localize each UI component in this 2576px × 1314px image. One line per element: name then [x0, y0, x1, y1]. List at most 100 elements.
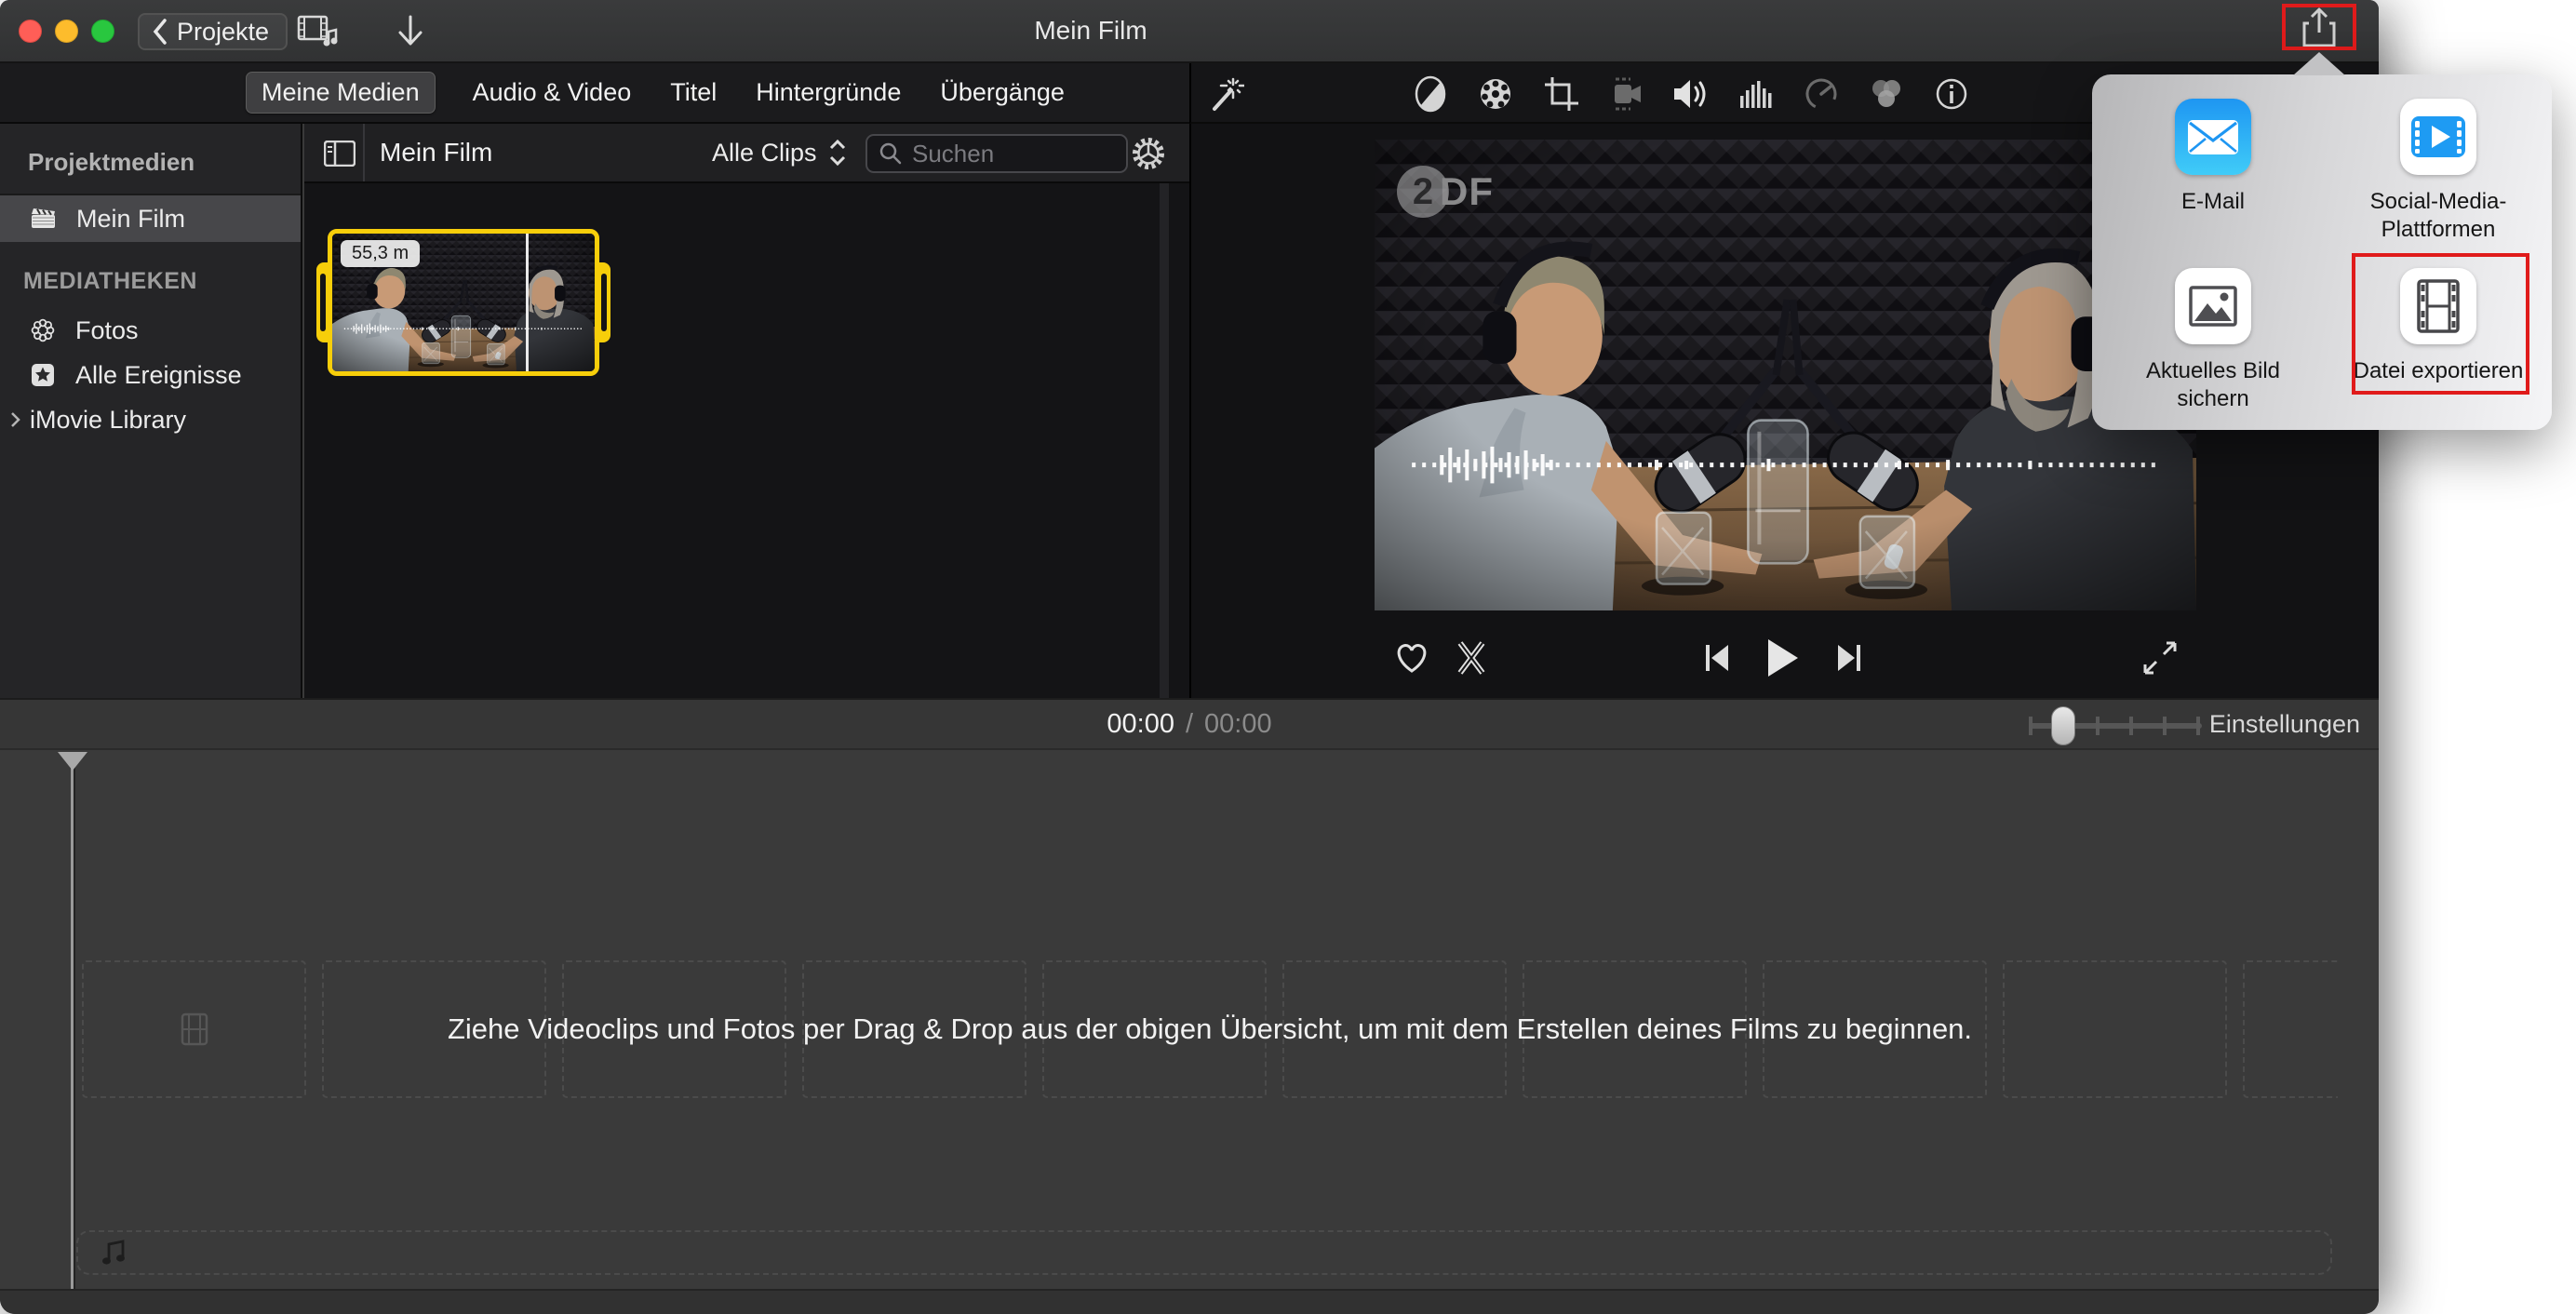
filters-button[interactable] [1865, 73, 1908, 115]
import-button[interactable] [389, 11, 432, 52]
timeline-playhead-line[interactable] [71, 754, 74, 1289]
contrast-icon [1414, 75, 1447, 113]
search-input[interactable] [912, 140, 1098, 168]
reject-x-icon [1455, 639, 1488, 677]
sidebar-item-alle-ereignisse[interactable]: Alle Ereignisse [0, 353, 301, 397]
tab-audio-video[interactable]: Audio & Video [471, 73, 634, 113]
media-tabs: Meine Medien Audio & Video Titel Hinterg… [0, 63, 1189, 124]
overlap-circles-icon [1868, 75, 1905, 113]
screen: Projekte Mein Film [0, 0, 2576, 1314]
play-icon [1764, 637, 1801, 678]
download-arrow-icon [396, 13, 424, 50]
clip-filter-label: Alle Clips [712, 139, 817, 168]
window-controls [19, 20, 114, 43]
film-note-icon [297, 15, 338, 48]
prev-frame-icon [1702, 642, 1732, 674]
speaker-icon [1671, 75, 1711, 113]
zoom-window-button[interactable] [91, 20, 114, 43]
sidebar-section-libraries: MEDIATHEKEN [0, 242, 301, 308]
stabilization-button[interactable] [1604, 73, 1647, 115]
fullscreen-button[interactable] [2136, 634, 2184, 682]
clip-placeholder [802, 960, 1026, 1098]
window-bottom-strip [0, 1289, 2379, 1314]
tab-titel[interactable]: Titel [668, 73, 718, 113]
clip-placeholder [1523, 960, 1747, 1098]
timeline-playhead-handle[interactable] [58, 752, 87, 771]
enhance-button[interactable] [1204, 73, 1247, 115]
noise-equalizer-button[interactable] [1735, 73, 1778, 115]
skimmer-playhead[interactable] [526, 234, 529, 371]
search-icon [879, 141, 903, 166]
clip-placeholder [322, 960, 546, 1098]
slider-thumb[interactable] [2051, 706, 2075, 745]
crop-button[interactable] [1539, 73, 1582, 115]
clip-trim-handle-left[interactable] [316, 262, 329, 342]
crop-icon [1543, 75, 1578, 113]
heart-icon [1393, 640, 1430, 676]
tab-uebergaenge[interactable]: Übergänge [938, 73, 1067, 113]
video-frame [1375, 140, 2196, 610]
share-option-email[interactable]: E-Mail [2105, 99, 2321, 216]
clip-placeholder [82, 960, 306, 1098]
projects-back-button[interactable]: Projekte [138, 13, 288, 50]
minimize-window-button[interactable] [55, 20, 78, 43]
timeline-settings-button[interactable]: Einstellungen [2209, 700, 2360, 748]
previous-frame-button[interactable] [1693, 634, 1741, 682]
reject-button[interactable] [1447, 634, 1496, 682]
timeline-zoom-slider[interactable] [2029, 713, 2202, 739]
next-frame-icon [1834, 642, 1864, 674]
eq-bars-icon [1737, 75, 1775, 113]
share-option-social-media[interactable]: Social-Media-Plattformen [2330, 99, 2546, 244]
audio-track-placeholder [76, 1230, 2332, 1275]
color-correction-button[interactable] [1474, 73, 1517, 115]
tab-meine-medien[interactable]: Meine Medien [246, 72, 436, 114]
color-balance-button[interactable] [1409, 73, 1452, 115]
close-window-button[interactable] [19, 20, 42, 43]
share-option-save-frame[interactable]: Aktuelles Bild sichern [2092, 268, 2334, 413]
favorite-button[interactable] [1388, 634, 1436, 682]
film-placeholder-icon [179, 1011, 210, 1048]
speedometer-icon [1803, 75, 1840, 113]
imovie-window: Projekte Mein Film [0, 0, 2379, 1314]
tab-hintergruende[interactable]: Hintergründe [754, 73, 903, 113]
toggle-sidebar-button[interactable] [319, 137, 360, 170]
music-note-icon [101, 1239, 127, 1267]
speed-button[interactable] [1800, 73, 1843, 115]
browser-scrollbar[interactable] [1160, 183, 1169, 698]
volume-button[interactable] [1670, 73, 1712, 115]
info-button[interactable] [1930, 73, 1973, 115]
clip-filter-dropdown[interactable]: Alle Clips [712, 124, 847, 181]
magic-wand-icon [1207, 75, 1244, 113]
next-frame-button[interactable] [1825, 634, 1873, 682]
media-browser-button[interactable] [296, 11, 339, 52]
total-time: 00:00 [1204, 709, 1272, 740]
main-area: Projektmedien Mein Film MEDIATHEKEN [0, 124, 2379, 698]
camcorder-icon [1607, 75, 1644, 113]
sidebar-item-fotos[interactable]: Fotos [0, 308, 301, 353]
sidebar-item-label: Alle Ereignisse [75, 361, 242, 390]
clip-trim-handle-right[interactable] [597, 262, 610, 342]
browser-settings-button[interactable] [1127, 135, 1170, 172]
play-button[interactable] [1758, 634, 1806, 682]
updown-chevrons-icon [828, 138, 847, 168]
back-button-label: Projekte [177, 18, 269, 47]
clip-duration-badge: 55,3 m [341, 240, 420, 267]
sidebar-item-label: Mein Film [76, 205, 185, 234]
viewer-controls [1375, 626, 2196, 688]
clip-placeholder [562, 960, 786, 1098]
color-palette-icon [1477, 75, 1514, 113]
libraries-sidebar: Projektmedien Mein Film MEDIATHEKEN [0, 124, 302, 698]
sidebar-item-label: iMovie Library [30, 406, 186, 435]
clip-placeholder [2003, 960, 2227, 1098]
video-preview[interactable]: 2 DF [1375, 140, 2196, 610]
search-field[interactable] [865, 134, 1128, 173]
browser-header: Mein Film Alle Clips [304, 124, 1189, 183]
timeline[interactable]: Ziehe Videoclips und Fotos per Drag & Dr… [0, 750, 2379, 1289]
media-clip[interactable]: 55,3 m [328, 229, 599, 376]
share-option-label: Aktuelles Bild sichern [2120, 357, 2306, 413]
info-icon [1933, 75, 1970, 113]
social-media-icon [2400, 99, 2476, 175]
timeline-header: 00:00 / 00:00 Einstellungen [0, 698, 2379, 750]
sidebar-item-imovie-library[interactable]: iMovie Library [0, 397, 301, 442]
sidebar-item-mein-film[interactable]: Mein Film [0, 195, 301, 242]
